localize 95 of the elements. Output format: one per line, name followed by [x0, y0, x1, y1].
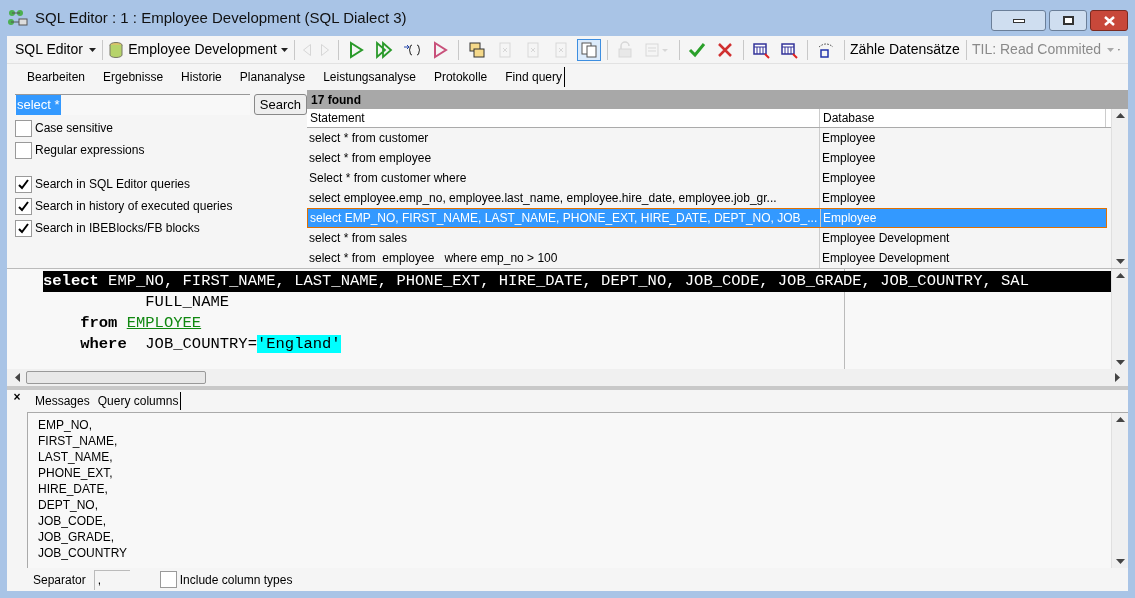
result-row[interactable]: select * from employee Employee — [307, 148, 1107, 168]
tab[interactable]: Leistungsanalyse — [321, 67, 418, 87]
tab[interactable]: Find query — [503, 67, 565, 87]
result-row[interactable]: select * from sales Employee Development — [307, 228, 1107, 248]
checkbox[interactable] — [159, 571, 177, 588]
separator-field[interactable]: , — [93, 569, 130, 590]
tab[interactable]: Protokolle — [431, 67, 490, 87]
close-panel-button[interactable]: × — [13, 391, 21, 403]
table-cell: Employee — [819, 168, 1105, 188]
tab[interactable]: Bearbeiten — [25, 67, 88, 87]
column-name: EMP_NO, — [38, 417, 93, 433]
table-cell-text: select * from employee — [308, 150, 433, 167]
table-cell-text: select EMP_NO, FIRST_NAME, LAST_NAME, PHONE_EXT, HIRE_DATE, DEPT_NO, JOB_... — [309, 210, 819, 227]
lock-icon — [615, 40, 634, 59]
column-header[interactable]: Database — [820, 109, 1106, 127]
dropdown-button[interactable]: SQL Editor — [15, 39, 96, 60]
tab[interactable]: Plananalyse — [237, 67, 308, 87]
tab[interactable]: Messages — [35, 392, 92, 410]
copy-icon — [579, 40, 598, 59]
column-name: JOB_GRADE, — [38, 529, 116, 545]
play-icon — [347, 40, 366, 59]
checkbox-label: Search in history of executed queries — [35, 198, 233, 215]
table-cell: Employee Development — [819, 228, 1105, 248]
windows-icon — [467, 40, 486, 59]
caret-icon — [280, 47, 288, 52]
minimize-button[interactable] — [991, 10, 1046, 31]
checkbox[interactable] — [15, 141, 32, 159]
checkbox-label: Include column types — [179, 571, 293, 589]
maximize-button[interactable] — [1049, 10, 1087, 31]
separator-label: Separator — [33, 571, 86, 589]
right-arrow-icon — [1115, 373, 1120, 382]
left-arrow-icon — [15, 373, 20, 382]
scrollbar[interactable] — [1111, 269, 1128, 369]
count-records-button[interactable]: Zähle Datensätze — [850, 39, 960, 60]
results-count: 17 found — [307, 90, 1128, 109]
checkbox[interactable] — [15, 175, 32, 193]
result-row[interactable]: Select * from customer where Employee — [307, 168, 1107, 188]
list-icon — [643, 40, 670, 59]
table-cell-text: select * from customer — [308, 130, 430, 147]
scrollbar[interactable] — [1111, 109, 1128, 268]
column-name: JOB_CODE, — [38, 513, 107, 529]
toolbar-button[interactable] — [576, 38, 601, 61]
search-button[interactable]: Search — [253, 94, 307, 115]
down-arrow-icon — [1115, 360, 1125, 365]
column-name: DEPT_NO, — [38, 497, 99, 513]
grid-icon — [780, 40, 799, 59]
checkbox[interactable] — [15, 119, 32, 137]
up-arrow-icon — [1115, 113, 1125, 118]
table-cell-text: select * from employee where emp_no > 100 — [308, 250, 559, 267]
column-name: LAST_NAME, — [38, 449, 114, 465]
checkbox-label: Search in IBEBlocks/FB blocks — [35, 220, 200, 237]
tab[interactable]: Historie — [179, 67, 224, 87]
app-icon — [7, 9, 31, 27]
checkbox[interactable] — [15, 219, 32, 237]
table-cell-text: select employee.emp_no, employee.last_name, employee.hire_date, employee.job_gr... — [308, 190, 778, 207]
code-line: FULL_NAME — [144, 292, 231, 313]
table-cell-text: Select * from customer where — [308, 170, 468, 187]
grid-icon — [752, 40, 771, 59]
play-icon — [431, 40, 450, 59]
column-name: JOB_COUNTRY — [38, 545, 129, 561]
column-name: FIRST_NAME, — [38, 433, 119, 449]
window-title: SQL Editor : 1 : Employee Development (SQL Dialect 3) — [35, 7, 407, 28]
code-line: from EMPLOYEE — [79, 313, 203, 334]
database-icon — [108, 40, 125, 59]
column-name: HIRE_DATE, — [38, 481, 109, 497]
up-arrow-icon — [1115, 417, 1125, 422]
close-button[interactable] — [1090, 10, 1128, 31]
column-header[interactable]: Statement — [307, 109, 820, 127]
checkbox-label: Regular expressions — [35, 142, 145, 159]
close-icon — [1103, 15, 1115, 26]
table-cell: Employee — [819, 128, 1105, 148]
table-cell: Employee Development — [819, 248, 1105, 268]
next-icon — [321, 43, 330, 56]
caret-icon — [88, 47, 96, 52]
tab[interactable]: Query columns — [97, 392, 182, 410]
scrollbar[interactable] — [1111, 413, 1128, 568]
cross-icon — [716, 40, 735, 59]
column-name: PHONE_EXT, — [38, 465, 114, 481]
table-cell: Employee — [819, 148, 1105, 168]
table-cell-text: select * from sales — [308, 230, 409, 247]
result-row[interactable]: select * from employee where emp_no > 100 Employee Development — [307, 248, 1107, 268]
table-cell: Employee — [820, 209, 1106, 227]
checkbox-label: Search in SQL Editor queries — [35, 176, 190, 193]
database-dropdown[interactable]: Employee Development — [108, 39, 288, 60]
previous-icon — [303, 43, 312, 56]
up-arrow-icon — [1115, 273, 1125, 278]
result-row[interactable]: select * from customer Employee — [307, 128, 1107, 148]
checkbox[interactable] — [15, 197, 32, 215]
horizontal-scrollbar[interactable] — [7, 369, 1128, 386]
checkbox-label: Case sensitive — [35, 120, 114, 137]
tab[interactable]: Ergebnisse — [101, 67, 166, 87]
down-arrow-icon — [1115, 559, 1125, 564]
down-arrow-icon — [1115, 259, 1125, 264]
double-play-icon — [375, 40, 394, 59]
checkmark-icon — [688, 40, 707, 59]
